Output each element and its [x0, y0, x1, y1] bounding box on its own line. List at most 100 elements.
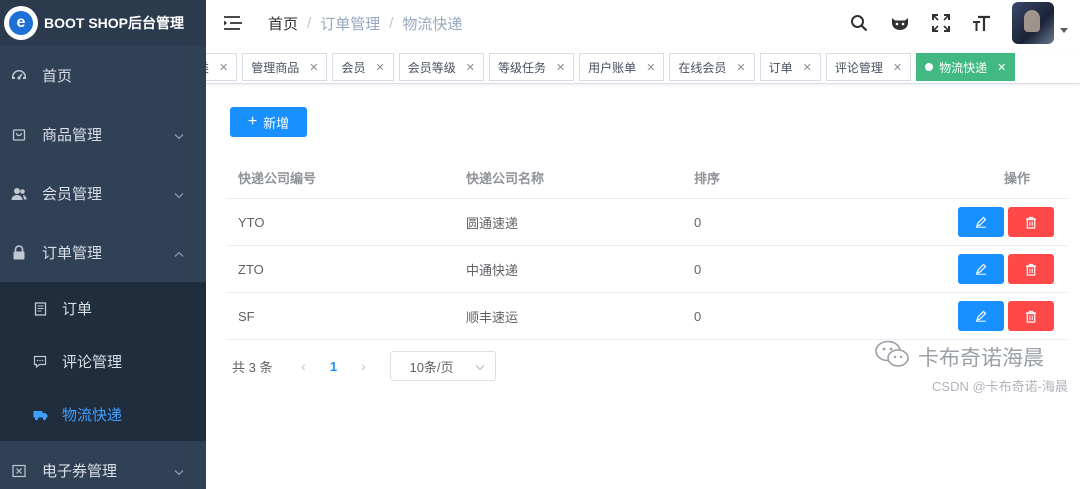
tag-label: 分类: [206, 59, 209, 76]
breadcrumb-home[interactable]: 首页: [268, 13, 298, 34]
row-actions: [958, 301, 1058, 331]
close-icon[interactable]: ✕: [803, 61, 812, 74]
close-icon[interactable]: ✕: [309, 61, 318, 74]
tag-label: 评论管理: [834, 60, 883, 75]
app-title: BOOT SHOP后台管理: [44, 15, 185, 31]
close-icon[interactable]: ✕: [893, 61, 902, 74]
tag-online-member[interactable]: 在线会员 ✕: [669, 53, 755, 81]
navbar: 首页 / 订单管理 / 物流快递: [206, 0, 1080, 46]
close-icon[interactable]: ✕: [997, 61, 1006, 74]
delete-button[interactable]: [1008, 301, 1054, 331]
sidebar-item-members[interactable]: 会员管理: [0, 164, 206, 223]
lock-icon: [10, 244, 28, 262]
tag-label: 用户账单: [588, 60, 637, 75]
plus-icon: +: [247, 113, 258, 130]
comment-icon: [32, 354, 48, 370]
add-button-label: 新增: [263, 115, 290, 131]
edit-icon: [976, 310, 987, 322]
sidebar-item-products[interactable]: 商品管理: [0, 105, 206, 164]
sidebar-item-home[interactable]: 首页: [0, 46, 206, 105]
active-dot: [925, 63, 934, 71]
close-icon[interactable]: ✕: [736, 61, 745, 74]
avatar[interactable]: [1012, 2, 1054, 44]
tag-label: 管理商品: [251, 60, 300, 75]
shopping-bag-icon: [10, 126, 28, 144]
sidebar-subitem-order[interactable]: 订单: [0, 282, 206, 335]
header-name: 快递公司名称: [466, 170, 545, 186]
logo[interactable]: e BOOT SHOP后台管理: [0, 0, 206, 46]
fullscreen-icon[interactable]: [930, 12, 952, 34]
watermark-secondary: CSDN @卡布奇诺-海晨: [932, 379, 1068, 394]
sidebar-item-label: 商品管理: [42, 127, 103, 144]
edit-button[interactable]: [958, 254, 1004, 284]
next-page-icon[interactable]: ›: [348, 358, 378, 374]
cell-code: ZTO: [238, 261, 264, 277]
sidebar-subitem-label: 订单: [62, 301, 93, 318]
add-button[interactable]: + 新增: [230, 107, 307, 137]
tag-level-task[interactable]: 等级任务 ✕: [488, 53, 575, 81]
close-icon[interactable]: ✕: [646, 61, 655, 74]
close-icon[interactable]: ✕: [375, 61, 384, 74]
page-number[interactable]: 1: [318, 359, 348, 374]
sidebar: e BOOT SHOP后台管理 首页 商品管理 会员管理 订单管理 订单 评论管…: [0, 0, 206, 489]
breadcrumb-separator: /: [389, 14, 394, 32]
tags-list: 分类 ✕ 管理商品 ✕ 会员 ✕ 会员等级 ✕ 等级任务 ✕ 用户账单 ✕ 在线会员 ✕ 订单…: [206, 53, 1020, 81]
github-icon[interactable]: [889, 12, 911, 34]
delete-button[interactable]: [1008, 254, 1054, 284]
sidebar-subitem-label: 评论管理: [62, 354, 123, 371]
cell-name: 顺丰速运: [466, 309, 519, 325]
breadcrumb-current: 物流快递: [402, 15, 463, 33]
font-size-icon[interactable]: [971, 12, 993, 34]
logistics-table: 快递公司编号 快递公司名称 排序 操作 YTO 圆通速递 0 ZTO 中通快递 …: [226, 156, 1068, 340]
edit-button[interactable]: [958, 301, 1004, 331]
close-icon[interactable]: ✕: [556, 61, 565, 74]
breadcrumb: 首页 / 订单管理 / 物流快递: [268, 13, 462, 34]
tag-label: 会员等级: [407, 60, 456, 75]
search-icon[interactable]: [848, 12, 870, 34]
close-icon[interactable]: ✕: [219, 61, 228, 74]
page-size-select[interactable]: 10条/页: [390, 351, 497, 381]
sidebar-item-orders[interactable]: 订单管理: [0, 223, 206, 282]
sidebar-subitem-logistics[interactable]: 物流快递: [0, 388, 206, 441]
pagination-total: 共 3 条: [232, 359, 273, 375]
sidebar-item-coupons[interactable]: 电子券管理: [0, 441, 206, 489]
watermark-primary: 卡布奇诺海晨: [874, 340, 1044, 374]
edit-icon: [976, 216, 987, 228]
cell-code: YTO: [238, 214, 265, 230]
chevron-down-icon: [174, 185, 184, 202]
orders-submenu: 订单 评论管理 物流快递: [0, 282, 206, 441]
chevron-up-icon: [174, 244, 184, 261]
trash-icon: [1026, 310, 1036, 323]
sidebar-item-label: 订单管理: [42, 245, 103, 262]
cell-sort: 0: [694, 261, 702, 277]
tag-member[interactable]: 会员 ✕: [332, 53, 394, 81]
tag-category[interactable]: 分类 ✕: [206, 53, 238, 81]
header-code: 快递公司编号: [238, 170, 317, 186]
caret-down-icon[interactable]: [1060, 27, 1068, 33]
hamburger-icon[interactable]: [222, 12, 244, 34]
chevron-down-icon: [475, 359, 485, 374]
trash-icon: [1026, 216, 1036, 229]
row-actions: [958, 254, 1058, 284]
sidebar-item-label: 首页: [42, 68, 73, 85]
row-actions: [958, 207, 1058, 237]
prev-page-icon[interactable]: ‹: [288, 358, 318, 374]
breadcrumb-separator: /: [307, 14, 312, 32]
close-icon[interactable]: ✕: [466, 61, 475, 74]
cell-sort: 0: [694, 214, 702, 230]
tag-logistics[interactable]: 物流快递 ✕: [916, 53, 1016, 81]
tag-label: 会员: [341, 60, 366, 75]
cell-name: 中通快递: [466, 262, 519, 278]
truck-icon: [32, 407, 48, 423]
tag-comments[interactable]: 评论管理 ✕: [825, 53, 912, 81]
tag-manage-products[interactable]: 管理商品 ✕: [242, 53, 328, 81]
tag-user-bill[interactable]: 用户账单 ✕: [579, 53, 665, 81]
edit-button[interactable]: [958, 207, 1004, 237]
header-actions: 操作: [1003, 170, 1030, 186]
delete-button[interactable]: [1008, 207, 1054, 237]
header-sort: 排序: [694, 170, 721, 186]
tag-member-level[interactable]: 会员等级 ✕: [398, 53, 484, 81]
table-row: SF 顺丰速运 0: [226, 293, 1068, 340]
tag-order[interactable]: 订单 ✕: [759, 53, 821, 81]
sidebar-subitem-comments[interactable]: 评论管理: [0, 335, 206, 388]
